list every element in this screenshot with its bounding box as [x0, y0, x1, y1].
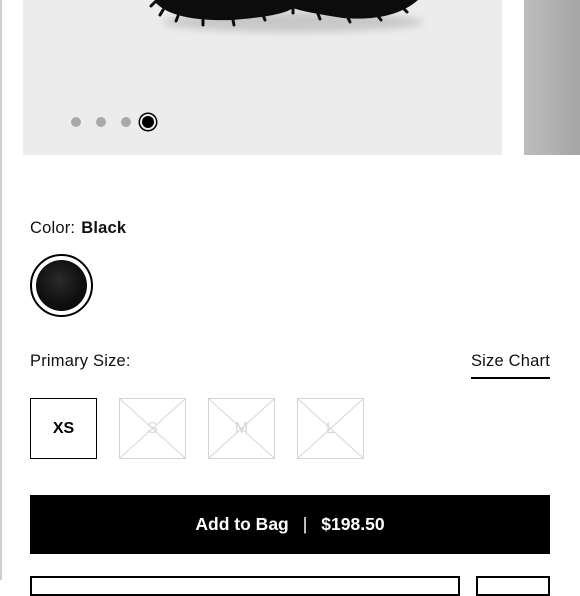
size-option-m[interactable]: M	[208, 398, 275, 459]
product-image	[149, 0, 423, 32]
size-option-label: L	[326, 419, 335, 437]
price: $198.50	[321, 514, 385, 534]
size-option-label: S	[147, 419, 158, 437]
size-option-label: M	[234, 419, 249, 437]
carousel-dot[interactable]	[96, 117, 106, 127]
next-image-preview[interactable]	[524, 0, 580, 155]
color-value: Black	[81, 219, 127, 237]
add-to-bag-label: Add to Bag	[195, 514, 289, 534]
carousel-dot-active[interactable]	[142, 116, 154, 128]
color-label: Color:	[30, 219, 76, 237]
color-swatch-black[interactable]	[30, 254, 93, 317]
secondary-button[interactable]	[30, 576, 460, 596]
size-option-l[interactable]: L	[297, 398, 364, 459]
carousel-dot[interactable]	[71, 117, 81, 127]
carousel-pagination	[71, 110, 169, 134]
color-selection-label: Color: Black	[30, 219, 126, 238]
page-left-edge	[0, 0, 2, 580]
carousel-dot[interactable]	[121, 117, 131, 127]
product-image-carousel[interactable]	[23, 0, 502, 155]
size-option-s[interactable]: S	[119, 398, 186, 459]
size-options: XS S M L	[30, 398, 386, 459]
add-to-bag-button[interactable]: Add to Bag | $198.50	[30, 495, 550, 554]
swatch-fill	[36, 260, 87, 311]
button-separator: |	[302, 514, 308, 534]
size-option-xs[interactable]: XS	[30, 398, 97, 459]
size-chart-link[interactable]: Size Chart	[470, 352, 550, 379]
tertiary-button[interactable]	[476, 576, 550, 596]
size-option-label: XS	[52, 419, 75, 437]
size-label: Primary Size:	[30, 352, 131, 370]
